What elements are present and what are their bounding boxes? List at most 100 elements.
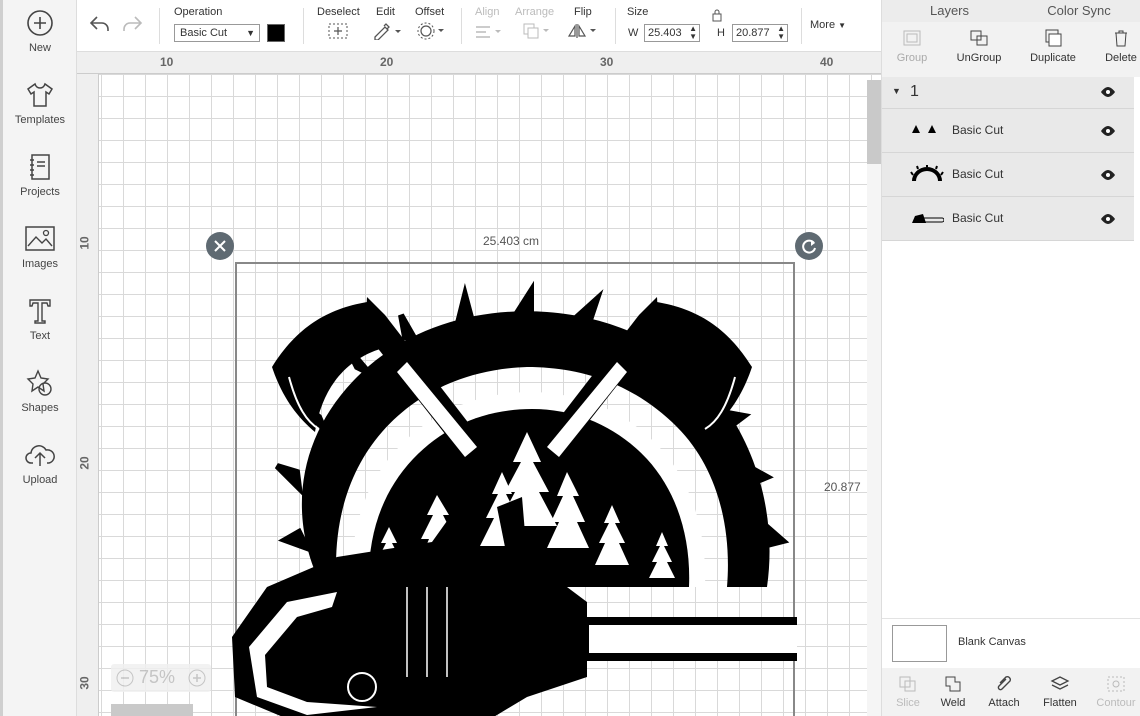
zoom-in-icon[interactable] <box>187 668 207 688</box>
layer-name: Basic Cut <box>952 123 1004 137</box>
shapes-icon <box>26 369 52 396</box>
more-button[interactable]: More ▼ <box>810 19 846 31</box>
group-name: 1 <box>910 83 919 100</box>
flatten-button[interactable]: Flatten <box>1034 674 1086 709</box>
notebook-icon <box>30 154 50 180</box>
delete-button[interactable]: Delete <box>1091 28 1140 64</box>
paperclip-icon <box>997 676 1011 691</box>
right-panel: Layers Color Sync Group UnGroup Duplicat… <box>881 0 1140 716</box>
more-label: More <box>810 19 836 31</box>
nav-label: Projects <box>20 186 60 198</box>
duplicate-button[interactable]: Duplicate <box>1023 28 1083 64</box>
chainsaw-thumb <box>912 214 944 223</box>
tab-layers[interactable]: Layers <box>882 0 1017 22</box>
delete-handle[interactable] <box>206 232 234 260</box>
tshirt-icon <box>27 82 53 107</box>
nav-label: Images <box>21 258 59 270</box>
contour-button[interactable]: Contour <box>1090 674 1140 709</box>
vertical-scrollbar-thumb[interactable] <box>867 80 881 164</box>
image-icon <box>25 226 55 251</box>
undo-icon[interactable] <box>89 14 111 34</box>
nav-templates[interactable]: Templates <box>3 80 77 146</box>
weld-icon <box>945 676 961 692</box>
flatten-label: Flatten <box>1043 697 1077 709</box>
nav-label: Upload <box>22 474 58 486</box>
tab-color-sync[interactable]: Color Sync <box>1017 0 1140 22</box>
layer-group-row[interactable]: ▼ 1 <box>882 77 1134 109</box>
axes-thumb <box>912 125 936 133</box>
layer-name: Basic Cut <box>952 211 1004 225</box>
width-label: W <box>628 27 639 39</box>
redo-icon[interactable] <box>121 14 143 34</box>
ungroup-icon <box>970 30 988 46</box>
blank-canvas-swatch[interactable] <box>892 625 947 662</box>
lumberjack-artwork[interactable] <box>227 257 797 716</box>
deselect-label: Deselect <box>317 6 360 18</box>
arrange-icon <box>523 23 549 39</box>
delete-label: Delete <box>1105 52 1137 64</box>
zoom-out-icon[interactable] <box>115 668 135 688</box>
ruler-label: 20 <box>380 55 394 69</box>
nav-images[interactable]: Images <box>3 224 77 290</box>
plus-circle-icon <box>27 10 53 36</box>
flatten-icon <box>1050 676 1070 690</box>
lock-icon[interactable] <box>711 8 723 27</box>
bottom-actions: Slice Weld Attach Flatten Contour <box>882 668 1140 716</box>
operation-value: Basic Cut <box>180 27 228 39</box>
width-input[interactable]: 25.403 ▲ ▼ <box>644 24 700 42</box>
layer-row[interactable]: Basic Cut <box>882 153 1134 197</box>
ruler-label: 10 <box>160 55 174 69</box>
blank-canvas-row[interactable]: Blank Canvas <box>882 618 1140 668</box>
offset-label: Offset <box>415 6 445 18</box>
canvas-area[interactable]: 10 20 30 40 10 20 30 25.403 cm 20.877 75… <box>77 52 881 716</box>
zoom-value: 75% <box>139 667 176 687</box>
eye-icon[interactable] <box>1100 86 1116 98</box>
width-value: 25.403 <box>648 27 682 39</box>
cloud-upload-icon <box>25 445 55 466</box>
layer-row[interactable]: Basic Cut <box>882 109 1134 153</box>
ruler-label: 10 <box>77 236 92 250</box>
nav-label: New <box>28 42 51 54</box>
nav-label: Templates <box>14 114 66 126</box>
nav-projects[interactable]: Projects <box>3 152 77 218</box>
chevron-down-icon: ▼ <box>838 21 847 30</box>
offset-icon[interactable] <box>417 22 447 40</box>
ruler-left: 10 20 30 <box>77 74 99 716</box>
ungroup-label: UnGroup <box>956 52 1002 64</box>
collapse-caret-icon[interactable]: ▼ <box>892 86 901 96</box>
horizontal-scrollbar-thumb[interactable] <box>111 704 193 716</box>
rotate-handle[interactable] <box>795 232 823 260</box>
group-label: Group <box>896 52 928 64</box>
stepper-icon[interactable]: ▲ ▼ <box>777 25 785 41</box>
flip-label: Flip <box>574 6 592 18</box>
ruler-label: 20 <box>77 456 92 470</box>
contour-icon <box>1107 676 1125 692</box>
attach-button[interactable]: Attach <box>978 674 1030 709</box>
edit-icon[interactable] <box>372 22 402 40</box>
layer-actions: Group UnGroup Duplicate Delete <box>882 22 1140 77</box>
size-label: Size <box>627 6 649 18</box>
trash-icon <box>1115 30 1127 47</box>
operation-label: Operation <box>174 6 223 18</box>
operation-select[interactable]: Basic Cut ▼ <box>174 24 260 42</box>
stepper-icon[interactable]: ▲ ▼ <box>689 25 697 41</box>
nav-shapes[interactable]: Shapes <box>3 368 77 434</box>
nav-upload[interactable]: Upload <box>3 440 77 506</box>
color-swatch[interactable] <box>267 24 285 42</box>
rotate-icon <box>802 239 816 254</box>
height-input[interactable]: 20.877 ▲ ▼ <box>732 24 788 42</box>
deselect-icon[interactable] <box>327 22 349 40</box>
group-button[interactable]: Group <box>882 28 942 64</box>
nav-text[interactable]: Text <box>3 296 77 362</box>
vertical-scrollbar[interactable] <box>867 80 881 716</box>
attach-label: Attach <box>988 697 1020 709</box>
eye-icon[interactable] <box>1100 169 1116 181</box>
eye-icon[interactable] <box>1100 125 1116 137</box>
ungroup-button[interactable]: UnGroup <box>949 28 1009 64</box>
layer-row[interactable]: Basic Cut <box>882 197 1134 241</box>
flip-icon[interactable] <box>567 22 599 40</box>
nav-new[interactable]: New <box>3 8 77 74</box>
close-icon <box>214 240 226 252</box>
weld-button[interactable]: Weld <box>927 674 979 709</box>
eye-icon[interactable] <box>1100 213 1116 225</box>
